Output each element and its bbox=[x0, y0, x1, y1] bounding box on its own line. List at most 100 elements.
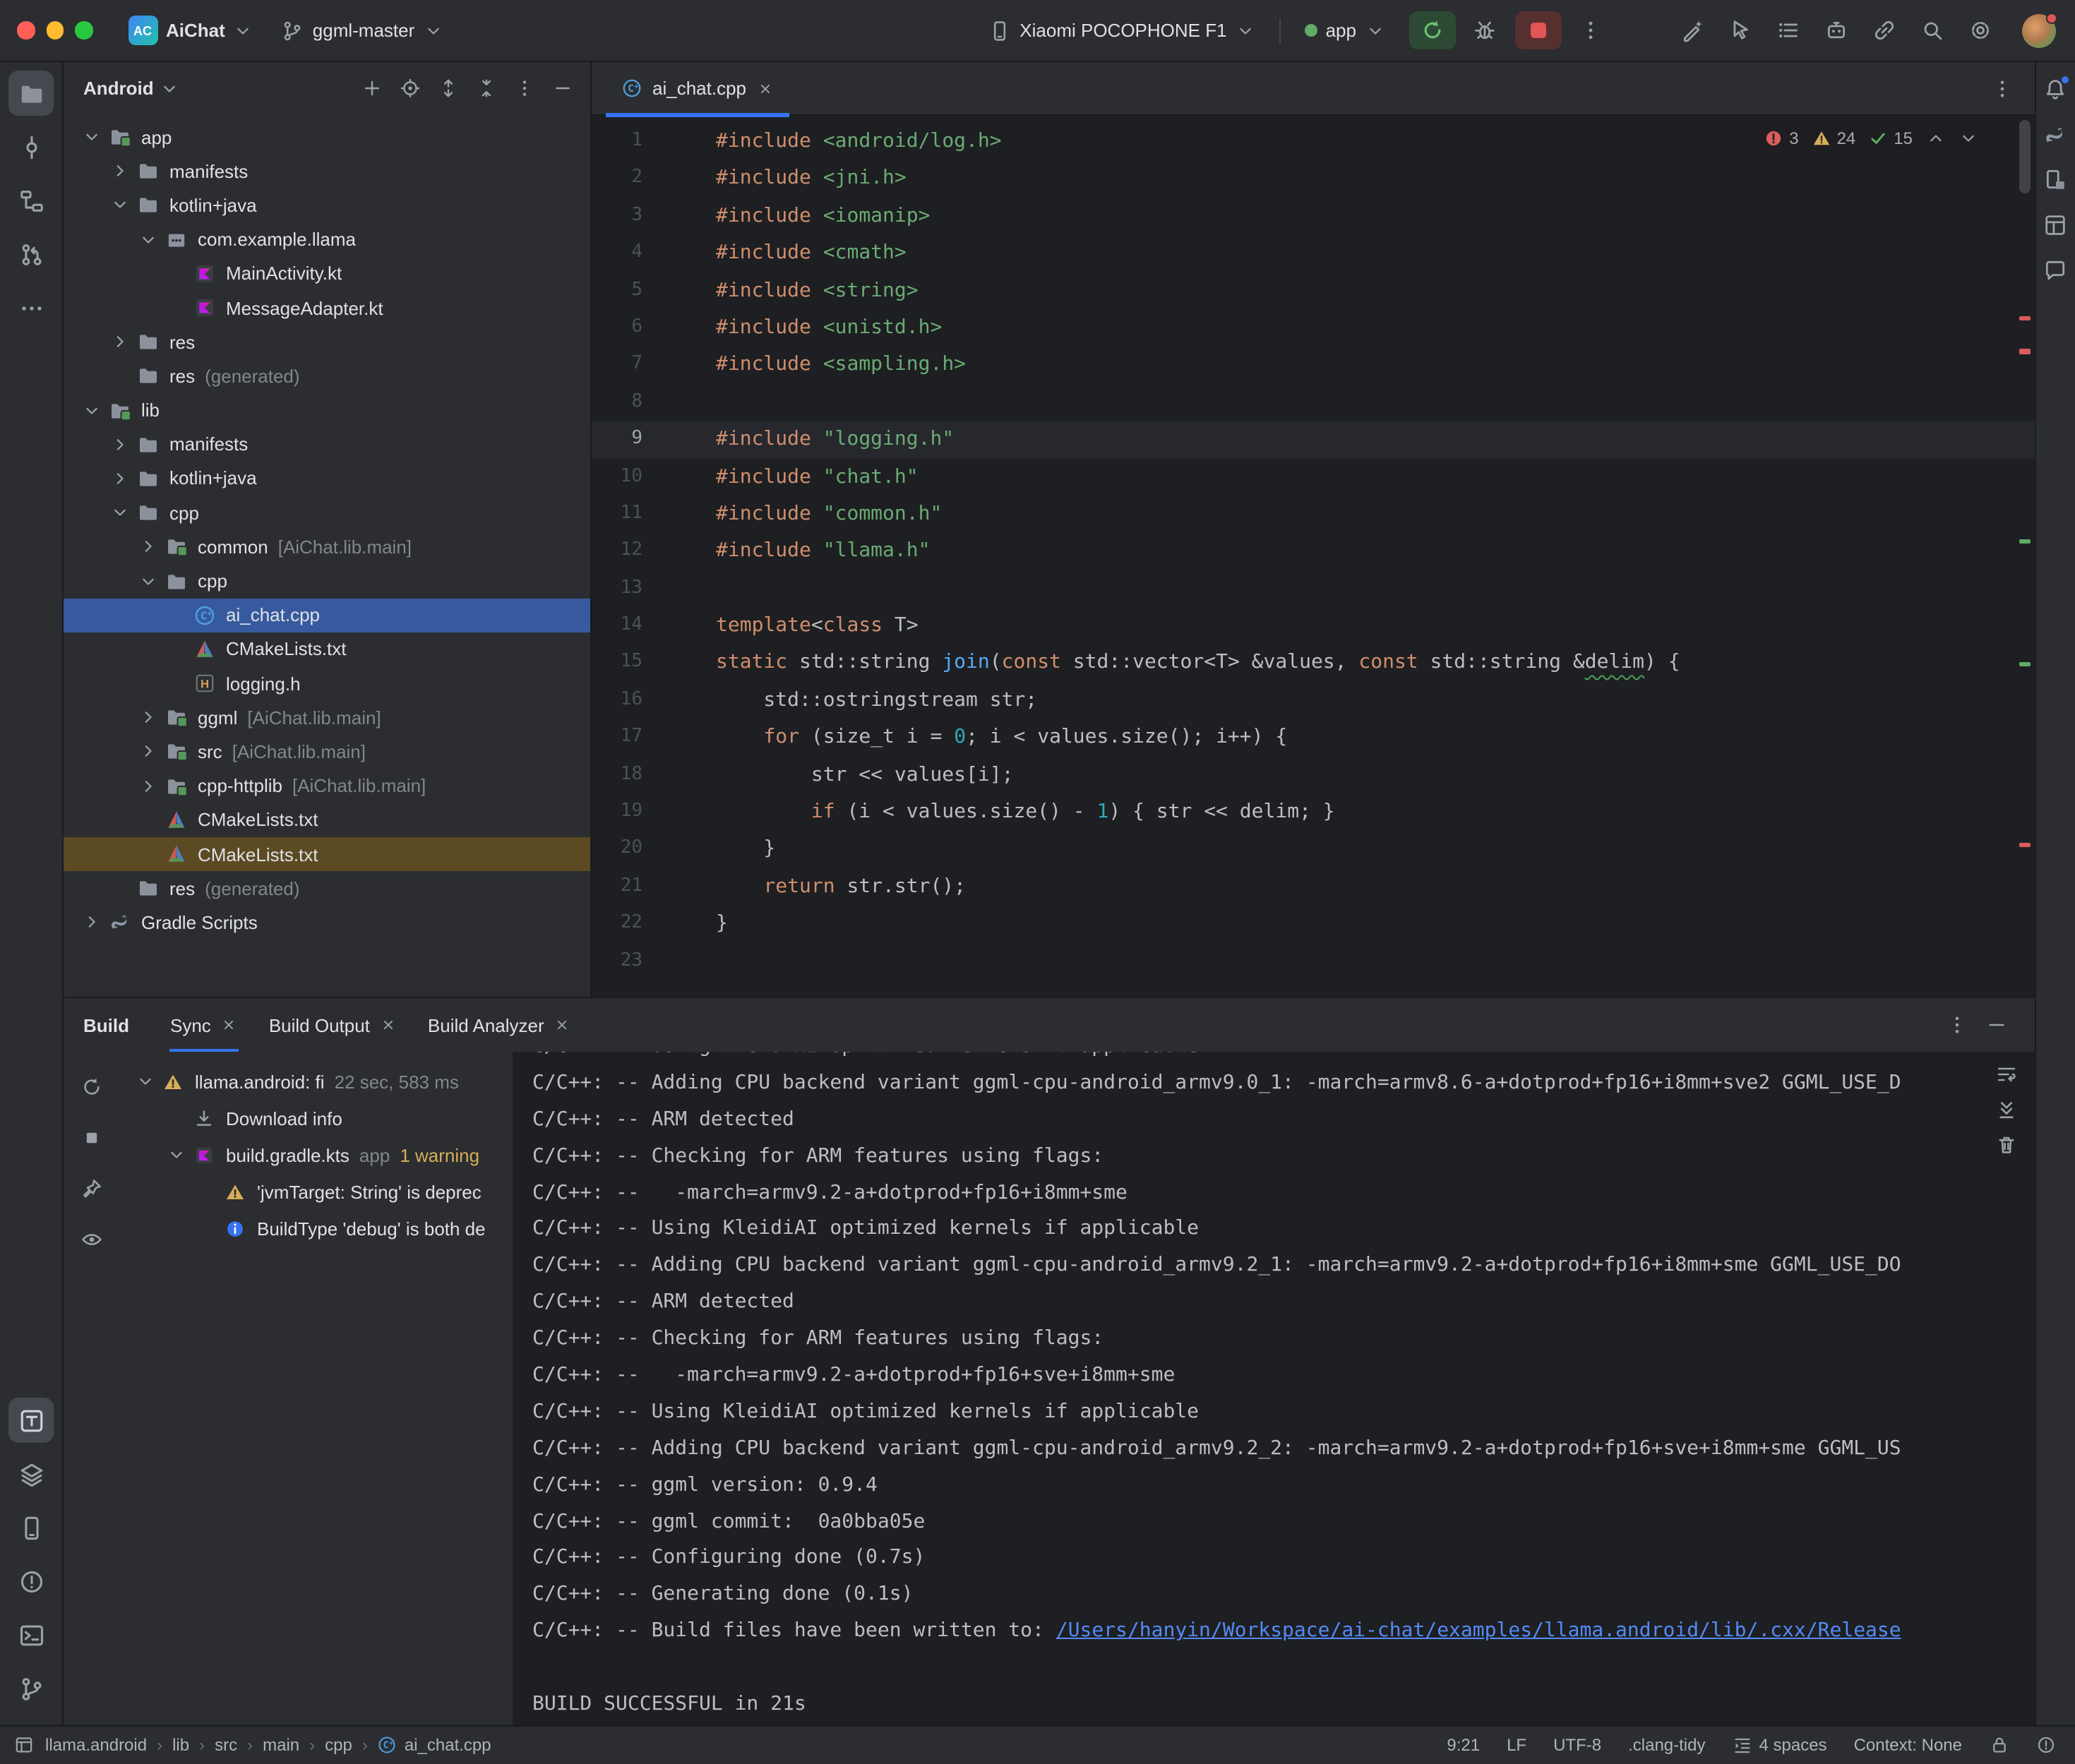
branch-selector[interactable]: ggml-master bbox=[272, 13, 453, 47]
version-control-tool-button[interactable] bbox=[8, 1666, 54, 1711]
problems-tool-button[interactable] bbox=[8, 1559, 54, 1604]
code-line-8[interactable]: 8 bbox=[592, 383, 2034, 421]
code-review-button[interactable] bbox=[1719, 11, 1762, 49]
code-line-16[interactable]: 16 std::ostringstream str; bbox=[592, 682, 2034, 719]
device-manager-tool-button[interactable] bbox=[8, 1505, 54, 1550]
file-encoding[interactable]: UTF-8 bbox=[1553, 1736, 1601, 1756]
tab-ai-chat-cpp[interactable]: C+ ai_chat.cpp bbox=[606, 61, 789, 115]
chevron-down-icon[interactable] bbox=[131, 1072, 158, 1091]
tree-item-res[interactable]: res bbox=[64, 325, 590, 359]
code-line-7[interactable]: 7#include <sampling.h> bbox=[592, 347, 2034, 384]
code-line-9[interactable]: 9#include "logging.h" bbox=[592, 421, 2034, 458]
code-line-10[interactable]: 10#include "chat.h" bbox=[592, 458, 2034, 496]
error-stripe[interactable] bbox=[2014, 116, 2034, 997]
tree-item-cpp[interactable]: cpp bbox=[64, 564, 590, 598]
ai-assistant-button[interactable] bbox=[1671, 11, 1714, 49]
build-tab-build-analyzer[interactable]: Build Analyzer bbox=[412, 998, 587, 1052]
chevron-down-icon[interactable] bbox=[78, 400, 104, 420]
tree-item-cpp-httplib[interactable]: cpp-httplib[AiChat.lib.main] bbox=[64, 769, 590, 803]
chevron-right-icon[interactable] bbox=[134, 776, 161, 796]
plugins-button[interactable] bbox=[1863, 11, 1906, 49]
chevron-down-icon[interactable] bbox=[134, 229, 161, 249]
tree-item-cpp[interactable]: cpp bbox=[64, 496, 590, 529]
code-line-4[interactable]: 4#include <cmath> bbox=[592, 234, 2034, 272]
warnings-count[interactable]: 24 bbox=[1812, 128, 1856, 148]
project-view-selector[interactable]: Android bbox=[83, 78, 179, 99]
scroll-to-end-button[interactable] bbox=[1995, 1098, 2017, 1121]
tree-item-manifests[interactable]: manifests bbox=[64, 427, 590, 461]
chevron-down-icon[interactable] bbox=[78, 127, 104, 147]
chevron-right-icon[interactable] bbox=[106, 435, 133, 455]
code-line-18[interactable]: 18 str << values[i]; bbox=[592, 756, 2034, 793]
close-tab-icon[interactable] bbox=[554, 1016, 571, 1033]
tree-item-manifests[interactable]: manifests bbox=[64, 154, 590, 188]
chevron-down-icon[interactable] bbox=[162, 1145, 189, 1165]
collapse-all-button[interactable] bbox=[469, 71, 503, 105]
cursor-position[interactable]: 9:21 bbox=[1447, 1736, 1480, 1756]
tree-item-kotlin-java[interactable]: kotlin+java bbox=[64, 462, 590, 496]
tree-item-messageadapter-kt[interactable]: MessageAdapter.kt bbox=[64, 291, 590, 325]
build-variants-tool-button[interactable] bbox=[8, 1451, 54, 1496]
tree-item-cmakelists-txt[interactable]: CMakeLists.txt bbox=[64, 837, 590, 871]
notifications-button[interactable] bbox=[2037, 71, 2074, 107]
code-line-20[interactable]: 20 } bbox=[592, 831, 2034, 868]
tree-item-res[interactable]: res(generated) bbox=[64, 359, 590, 393]
chevron-right-icon[interactable] bbox=[134, 708, 161, 728]
code-line-21[interactable]: 21 return str.str(); bbox=[592, 868, 2034, 906]
soft-wrap-button[interactable] bbox=[1995, 1063, 2017, 1086]
inspections-widget[interactable]: 3 24 15 bbox=[1755, 126, 1986, 151]
build-item-llama-android-fi[interactable]: llama.android: fi22 sec, 583 ms bbox=[120, 1063, 513, 1100]
tree-item-lib[interactable]: lib bbox=[64, 393, 590, 427]
settings-button[interactable] bbox=[1959, 11, 2002, 49]
zoom-window-button[interactable] bbox=[75, 22, 92, 40]
hide-panel-button[interactable] bbox=[545, 71, 579, 105]
code-line-3[interactable]: 3#include <iomanip> bbox=[592, 198, 2034, 235]
code-line-5[interactable]: 5#include <string> bbox=[592, 272, 2034, 309]
agents-button[interactable] bbox=[1815, 11, 1858, 49]
breadcrumb-llama-android[interactable]: llama.android bbox=[45, 1736, 147, 1756]
code-line-2[interactable]: 2#include <jni.h> bbox=[592, 160, 2034, 198]
tree-item-mainactivity-kt[interactable]: MainActivity.kt bbox=[64, 257, 590, 291]
add-button[interactable] bbox=[354, 71, 388, 105]
clang-tidy-widget[interactable]: .clang-tidy bbox=[1628, 1736, 1705, 1756]
run-more-options-button[interactable] bbox=[1569, 11, 1612, 49]
tree-item-res[interactable]: res(generated) bbox=[64, 871, 590, 905]
console-file-link[interactable]: /Users/hanyin/Workspace/ai-chat/examples… bbox=[1056, 1620, 1901, 1643]
more-tool-windows-button[interactable] bbox=[8, 285, 54, 330]
expand-all-button[interactable] bbox=[431, 71, 465, 105]
gradle-tool-button[interactable] bbox=[2037, 116, 2074, 152]
close-tab-icon[interactable] bbox=[221, 1016, 238, 1033]
tree-item-ggml[interactable]: ggml[AiChat.lib.main] bbox=[64, 700, 590, 734]
build-item-jvmtarget-string-is-deprec[interactable]: 'jvmTarget: String' is deprec bbox=[120, 1173, 513, 1210]
pin-tab-button[interactable] bbox=[73, 1170, 110, 1207]
code-line-11[interactable]: 11#include "common.h" bbox=[592, 496, 2034, 533]
code-line-19[interactable]: 19 if (i < values.size() - 1) { str << d… bbox=[592, 793, 2034, 831]
breadcrumb-ai-chat-cpp[interactable]: C+ai_chat.cpp bbox=[378, 1736, 491, 1756]
tree-item-ai-chat-cpp[interactable]: C+ai_chat.cpp bbox=[64, 598, 590, 632]
locate-file-button[interactable] bbox=[393, 71, 426, 105]
breadcrumb-src[interactable]: src bbox=[215, 1736, 237, 1756]
minimize-window-button[interactable] bbox=[46, 22, 64, 40]
close-tab-icon[interactable] bbox=[756, 80, 773, 97]
breadcrumb-lib[interactable]: lib bbox=[172, 1736, 189, 1756]
tree-item-src[interactable]: src[AiChat.lib.main] bbox=[64, 735, 590, 769]
tree-item-cmakelists-txt[interactable]: CMakeLists.txt bbox=[64, 803, 590, 837]
chevron-down-icon[interactable] bbox=[106, 196, 133, 215]
close-window-button[interactable] bbox=[17, 22, 35, 40]
pull-requests-tool-button[interactable] bbox=[8, 232, 54, 277]
avatar[interactable] bbox=[2021, 13, 2055, 47]
next-issue-icon[interactable] bbox=[1958, 128, 1978, 148]
debug-button[interactable] bbox=[1464, 11, 1506, 49]
code-area[interactable]: 1#include <android/log.h>2#include <jni.… bbox=[592, 123, 2034, 980]
build-console[interactable]: C/C++: -- Using KleidiAI optimized kerne… bbox=[513, 1052, 2034, 1725]
chevron-right-icon[interactable] bbox=[106, 162, 133, 181]
chevron-right-icon[interactable] bbox=[106, 469, 133, 488]
chevron-right-icon[interactable] bbox=[134, 537, 161, 557]
lock-icon[interactable] bbox=[1989, 1736, 2009, 1756]
build-panel-title[interactable]: Build bbox=[83, 1014, 129, 1036]
build-tab-build-output[interactable]: Build Output bbox=[253, 998, 412, 1052]
search-everywhere-button[interactable] bbox=[1911, 11, 1954, 49]
tree-item-logging-h[interactable]: Hlogging.h bbox=[64, 666, 590, 700]
build-tab-sync[interactable]: Sync bbox=[155, 998, 253, 1052]
tree-item-kotlin-java[interactable]: kotlin+java bbox=[64, 188, 590, 222]
